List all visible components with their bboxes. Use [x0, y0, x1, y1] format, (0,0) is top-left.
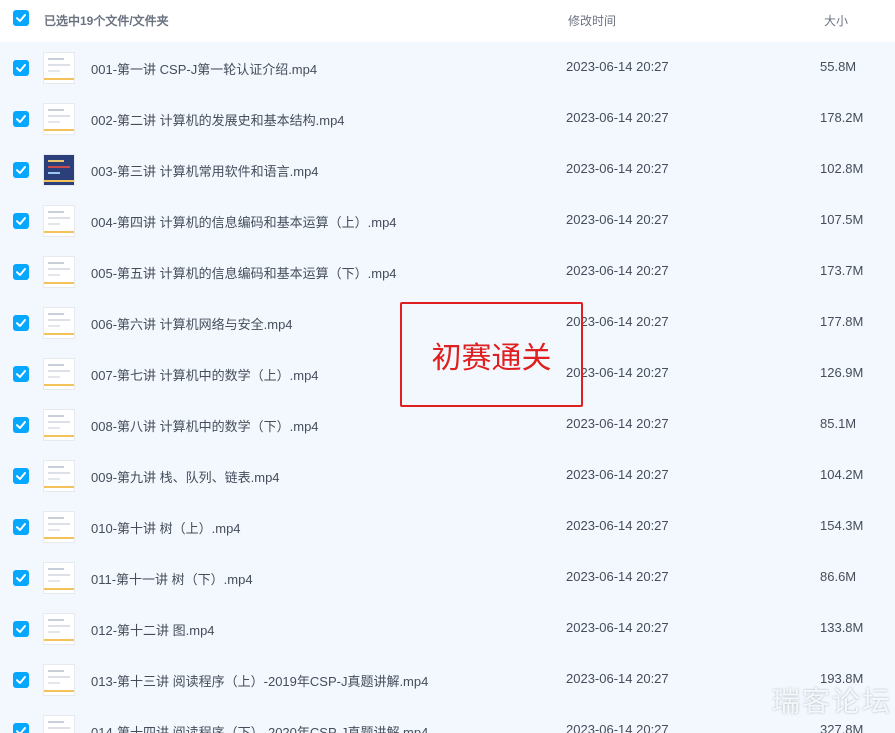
file-size: 178.2M [820, 110, 864, 125]
file-size: 104.2M [820, 467, 864, 482]
size-column-header[interactable]: 大小 [824, 12, 848, 29]
file-checkbox[interactable] [13, 468, 29, 484]
forum-watermark: 瑞客论坛 [772, 685, 893, 718]
video-thumbnail-icon[interactable] [43, 511, 75, 543]
file-name[interactable]: 002-第二讲 计算机的发展史和基本结构.mp4 [91, 110, 345, 129]
stamp-overlay: 初赛通关 [400, 302, 583, 407]
modified-time-column-header[interactable]: 修改时间 [568, 12, 616, 29]
file-checkbox[interactable] [13, 519, 29, 535]
video-thumbnail-icon[interactable] [43, 613, 75, 645]
file-checkbox[interactable] [13, 621, 29, 637]
file-checkbox[interactable] [13, 366, 29, 382]
file-name[interactable]: 012-第十二讲 图.mp4 [91, 620, 215, 639]
file-name[interactable]: 007-第七讲 计算机中的数学（上）.mp4 [91, 365, 319, 384]
file-row[interactable]: 003-第三讲 计算机常用软件和语言.mp4 2023-06-14 20:27 10… [0, 144, 895, 195]
checkmark-icon [16, 370, 26, 378]
video-thumbnail-icon[interactable] [43, 154, 75, 186]
file-size: 102.8M [820, 161, 864, 176]
video-thumbnail-icon[interactable] [43, 562, 75, 594]
file-row[interactable]: 009-第九讲 栈、队列、链表.mp4 2023-06-14 20:27 104.2… [0, 450, 895, 501]
checkmark-icon [16, 14, 26, 22]
file-modified-time: 2023-06-14 20:27 [566, 569, 669, 584]
file-checkbox[interactable] [13, 315, 29, 331]
checkmark-icon [16, 574, 26, 582]
file-modified-time: 2023-06-14 20:27 [566, 416, 669, 431]
checkmark-icon [16, 421, 26, 429]
file-checkbox[interactable] [13, 60, 29, 76]
file-checkbox[interactable] [13, 162, 29, 178]
file-modified-time: 2023-06-14 20:27 [566, 722, 669, 733]
video-thumbnail-icon[interactable] [43, 664, 75, 696]
file-row[interactable]: 002-第二讲 计算机的发展史和基本结构.mp4 2023-06-14 20:27… [0, 93, 895, 144]
checkmark-icon [16, 472, 26, 480]
file-size: 173.7M [820, 263, 864, 278]
checkmark-icon [16, 166, 26, 174]
file-row[interactable]: 014-第十四讲 阅读程序（下）-2020年CSP-J真题讲解.mp4 2023-… [0, 705, 895, 733]
checkmark-icon [16, 523, 26, 531]
file-modified-time: 2023-06-14 20:27 [566, 263, 669, 278]
file-modified-time: 2023-06-14 20:27 [566, 212, 669, 227]
file-name[interactable]: 009-第九讲 栈、队列、链表.mp4 [91, 467, 280, 486]
file-modified-time: 2023-06-14 20:27 [566, 671, 669, 686]
file-checkbox[interactable] [13, 672, 29, 688]
video-thumbnail-icon[interactable] [43, 256, 75, 288]
file-checkbox[interactable] [13, 111, 29, 127]
file-modified-time: 2023-06-14 20:27 [566, 110, 669, 125]
file-checkbox[interactable] [13, 570, 29, 586]
file-name[interactable]: 011-第十一讲 树（下）.mp4 [91, 569, 253, 588]
file-name[interactable]: 008-第八讲 计算机中的数学（下）.mp4 [91, 416, 319, 435]
file-size: 177.8M [820, 314, 864, 329]
file-checkbox[interactable] [13, 723, 29, 733]
checkmark-icon [16, 676, 26, 684]
checkmark-icon [16, 217, 26, 225]
file-name[interactable]: 005-第五讲 计算机的信息编码和基本运算（下）.mp4 [91, 263, 397, 282]
selection-count-label: 已选中19个文件/文件夹 [44, 14, 169, 28]
select-all-checkbox[interactable] [13, 10, 29, 26]
video-thumbnail-icon[interactable] [43, 103, 75, 135]
checkmark-icon [16, 115, 26, 123]
file-row[interactable]: 010-第十讲 树（上）.mp4 2023-06-14 20:27 154.3M [0, 501, 895, 552]
file-checkbox[interactable] [13, 213, 29, 229]
video-thumbnail-icon[interactable] [43, 205, 75, 237]
file-row[interactable]: 013-第十三讲 阅读程序（上）-2019年CSP-J真题讲解.mp4 2023-… [0, 654, 895, 705]
file-size: 154.3M [820, 518, 864, 533]
file-modified-time: 2023-06-14 20:27 [566, 518, 669, 533]
video-thumbnail-icon[interactable] [43, 460, 75, 492]
video-thumbnail-icon[interactable] [43, 715, 75, 733]
checkmark-icon [16, 727, 26, 733]
checkmark-icon [16, 64, 26, 72]
file-row[interactable]: 005-第五讲 计算机的信息编码和基本运算（下）.mp4 2023-06-14 2… [0, 246, 895, 297]
file-modified-time: 2023-06-14 20:27 [566, 620, 669, 635]
file-row[interactable]: 011-第十一讲 树（下）.mp4 2023-06-14 20:27 86.6M [0, 552, 895, 603]
file-checkbox[interactable] [13, 417, 29, 433]
file-size: 86.6M [820, 569, 857, 584]
file-size: 133.8M [820, 620, 864, 635]
file-modified-time: 2023-06-14 20:27 [566, 467, 669, 482]
file-name[interactable]: 004-第四讲 计算机的信息编码和基本运算（上）.mp4 [91, 212, 397, 231]
file-name[interactable]: 010-第十讲 树（上）.mp4 [91, 518, 241, 537]
file-size: 55.8M [820, 59, 857, 74]
file-row[interactable]: 004-第四讲 计算机的信息编码和基本运算（上）.mp4 2023-06-14 2… [0, 195, 895, 246]
video-thumbnail-icon[interactable] [43, 358, 75, 390]
video-thumbnail-icon[interactable] [43, 409, 75, 441]
file-modified-time: 2023-06-14 20:27 [566, 161, 669, 176]
file-name[interactable]: 003-第三讲 计算机常用软件和语言.mp4 [91, 161, 319, 180]
checkmark-icon [16, 319, 26, 327]
video-thumbnail-icon[interactable] [43, 52, 75, 84]
file-checkbox[interactable] [13, 264, 29, 280]
checkmark-icon [16, 268, 26, 276]
video-thumbnail-icon[interactable] [43, 307, 75, 339]
file-name[interactable]: 014-第十四讲 阅读程序（下）-2020年CSP-J真题讲解.mp4 [91, 722, 428, 733]
checkmark-icon [16, 625, 26, 633]
file-size: 85.1M [820, 416, 857, 431]
file-modified-time: 2023-06-14 20:27 [566, 59, 669, 74]
file-list-header: 已选中19个文件/文件夹 修改时间 大小 [0, 0, 895, 42]
file-row[interactable]: 001-第一讲 CSP-J第一轮认证介绍.mp4 2023-06-14 20:27… [0, 42, 895, 93]
file-row[interactable]: 012-第十二讲 图.mp4 2023-06-14 20:27 133.8M [0, 603, 895, 654]
file-size: 107.5M [820, 212, 864, 227]
file-name[interactable]: 013-第十三讲 阅读程序（上）-2019年CSP-J真题讲解.mp4 [91, 671, 428, 690]
file-name[interactable]: 006-第六讲 计算机网络与安全.mp4 [91, 314, 293, 333]
file-name[interactable]: 001-第一讲 CSP-J第一轮认证介绍.mp4 [91, 59, 317, 78]
file-size: 126.9M [820, 365, 864, 380]
